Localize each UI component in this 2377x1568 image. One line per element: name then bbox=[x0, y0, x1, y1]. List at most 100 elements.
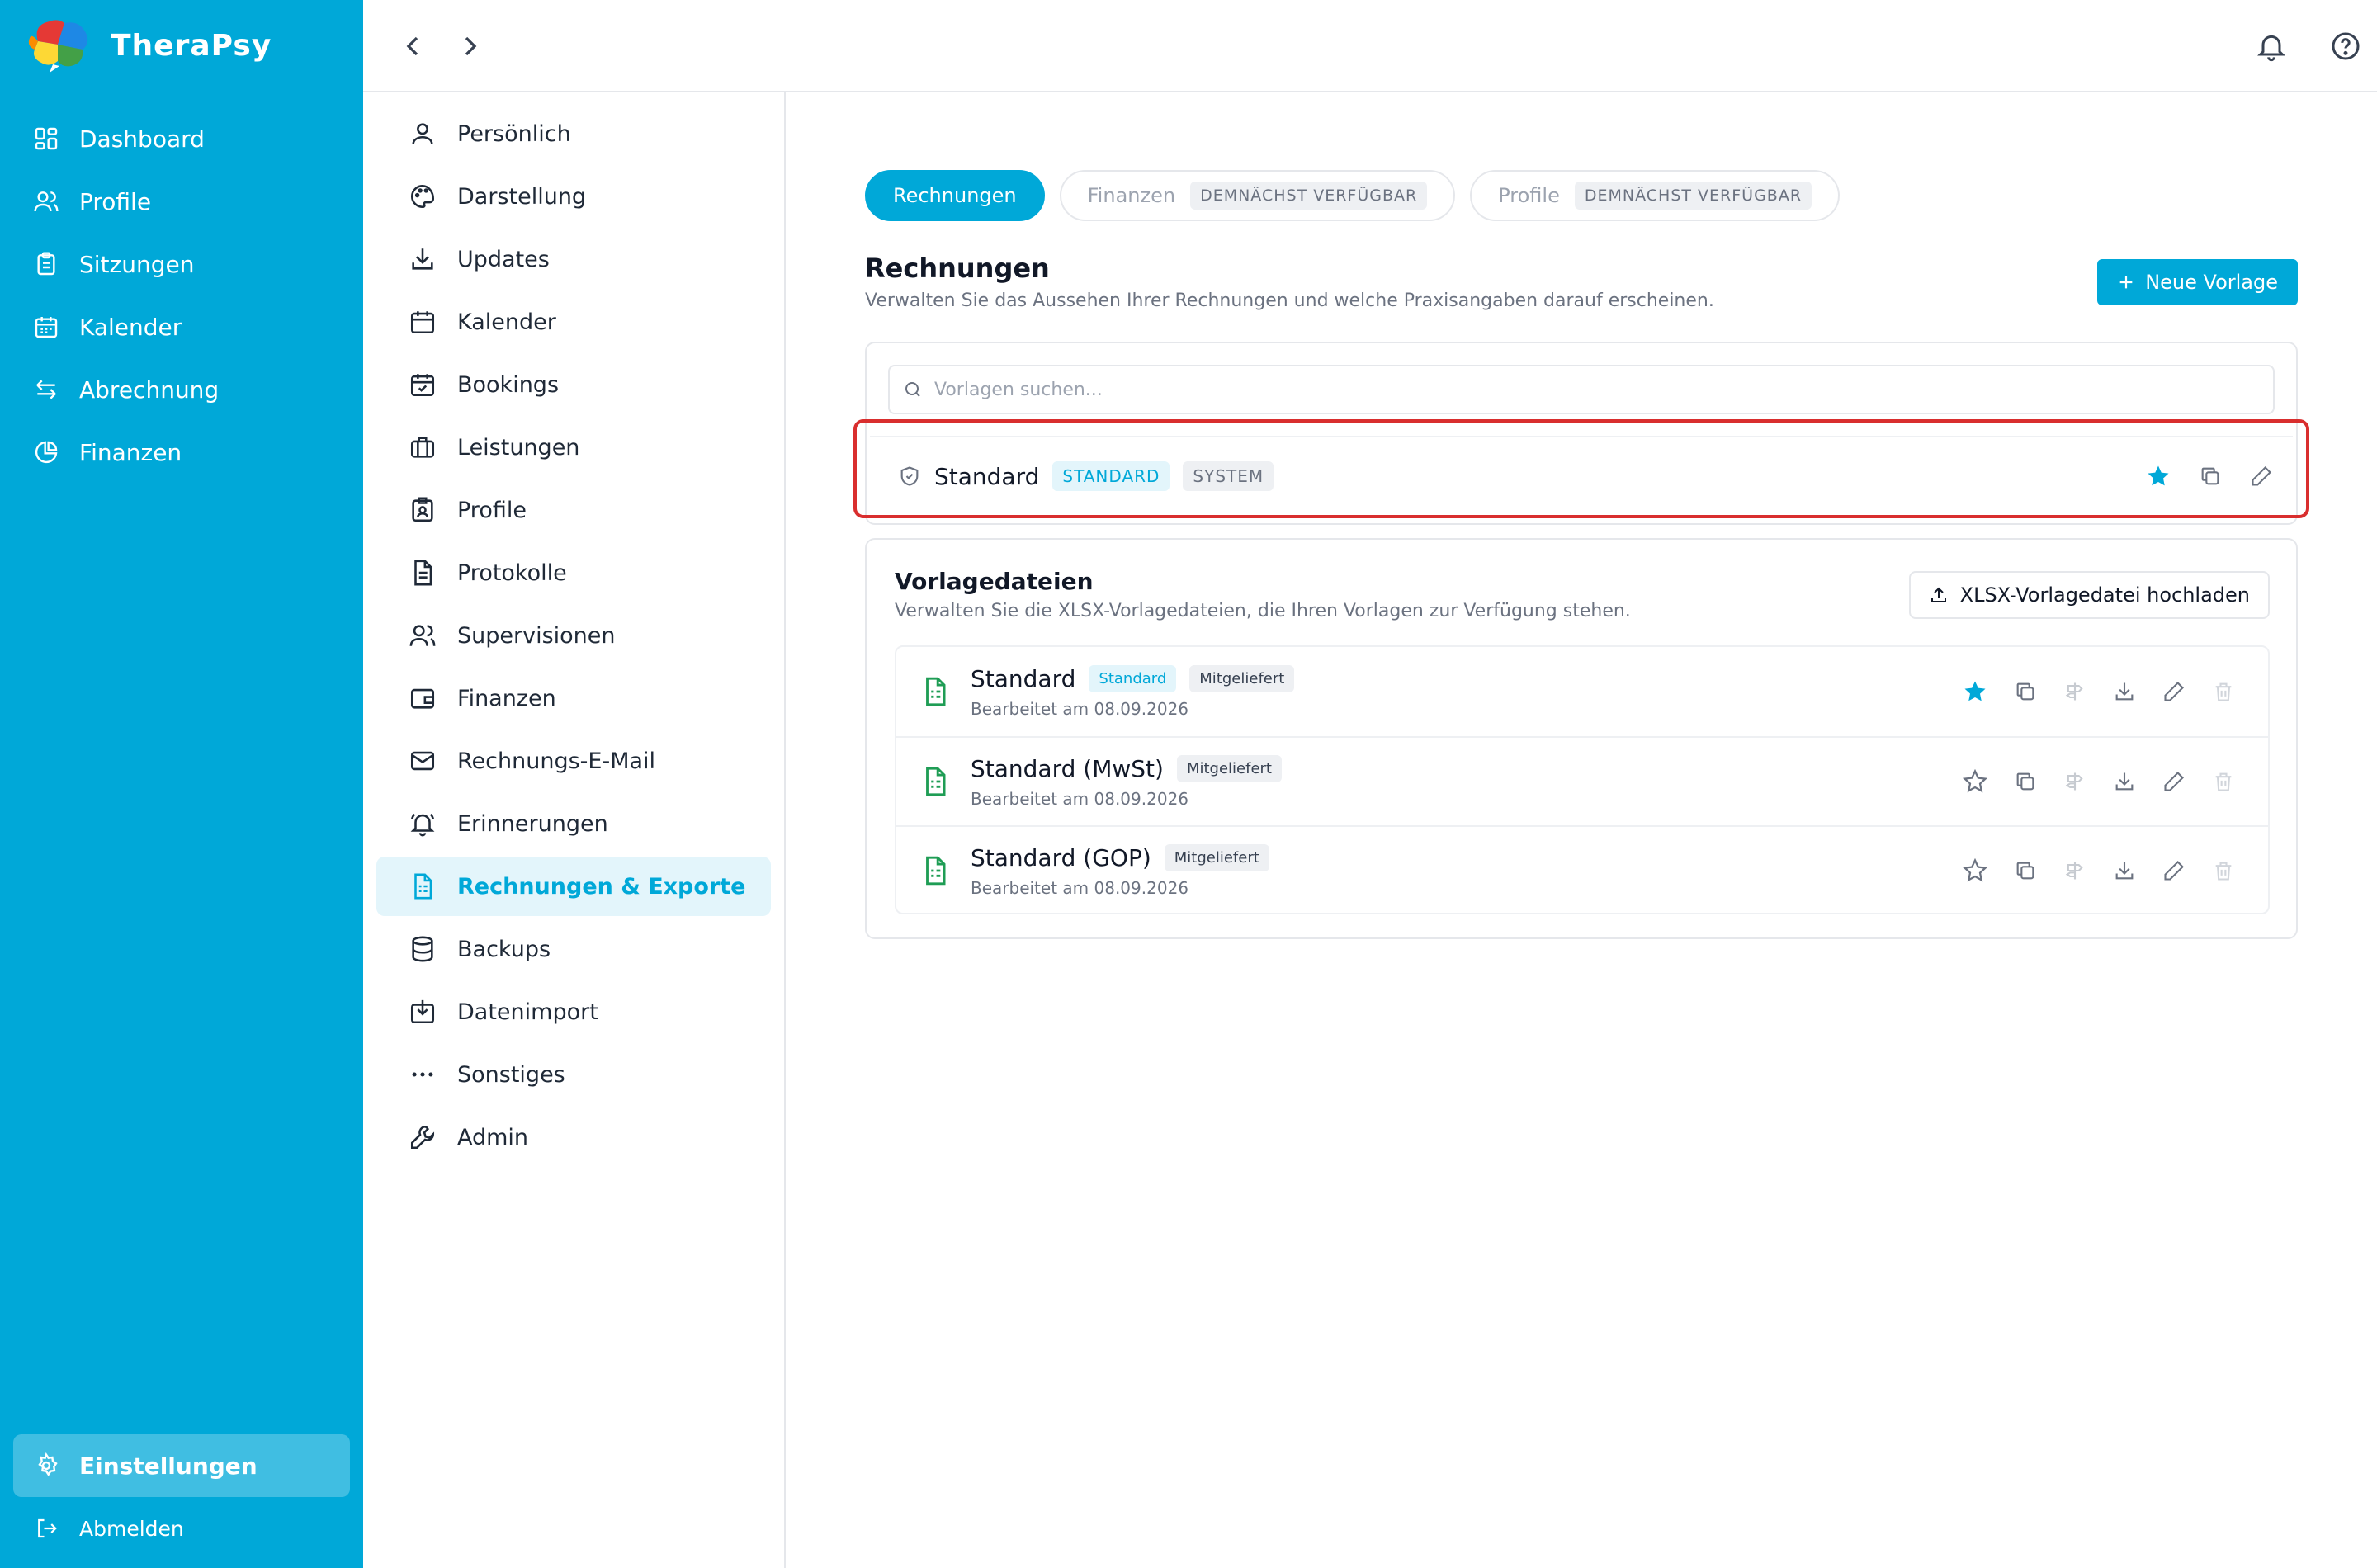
nav-item-label: Finanzen bbox=[79, 438, 182, 466]
briefcase-icon bbox=[408, 432, 437, 462]
copy-icon[interactable] bbox=[2014, 680, 2037, 703]
transfer-icon bbox=[31, 375, 61, 404]
nav-item-label: Sitzungen bbox=[79, 250, 195, 278]
forward-button[interactable] bbox=[454, 30, 487, 63]
trash-icon[interactable] bbox=[2212, 859, 2235, 882]
settings-item-label: Rechnungen & Exporte bbox=[457, 873, 746, 900]
tab-rechnungen[interactable]: Rechnungen bbox=[865, 170, 1045, 221]
settings-item-backups[interactable]: Backups bbox=[376, 919, 771, 979]
star-filled-icon[interactable] bbox=[1963, 679, 1987, 704]
pencil-icon[interactable] bbox=[2162, 680, 2186, 703]
back-button[interactable] bbox=[396, 30, 429, 63]
upload-xlsx-button[interactable]: XLSX-Vorlagedatei hochladen bbox=[1908, 571, 2270, 619]
logout-button[interactable]: Abmelden bbox=[13, 1497, 350, 1560]
brain-logo-icon bbox=[28, 20, 88, 73]
settings-item-label: Profile bbox=[457, 497, 527, 523]
tab-finanzen[interactable]: Finanzen DEMNÄCHST VERFÜGBAR bbox=[1059, 170, 1456, 221]
file-actions bbox=[1963, 679, 2235, 704]
nav-item-kalender[interactable]: Kalender bbox=[13, 295, 350, 358]
template-search-input[interactable]: Vorlagen suchen... bbox=[888, 365, 2275, 414]
nav-item-sitzungen[interactable]: Sitzungen bbox=[13, 233, 350, 295]
tab-profile[interactable]: Profile DEMNÄCHST VERFÜGBAR bbox=[1470, 170, 1841, 221]
settings-item-bookings[interactable]: Bookings bbox=[376, 355, 771, 414]
file-name: Standard (MwSt) bbox=[971, 754, 1164, 782]
settings-item-rechnungen-exporte[interactable]: Rechnungen & Exporte bbox=[376, 857, 771, 916]
download-icon[interactable] bbox=[2113, 770, 2136, 793]
settings-item-admin[interactable]: Admin bbox=[376, 1108, 771, 1167]
template-files-card: Vorlagedateien Verwalten Sie die XLSX-Vo… bbox=[865, 538, 2298, 939]
main-sidebar: TheraPsy Dashboard Profile Sitzungen Kal… bbox=[0, 0, 363, 1568]
badge-icon bbox=[408, 495, 437, 525]
nav-item-label: Abrechnung bbox=[79, 375, 220, 404]
settings-item-persoenlich[interactable]: Persönlich bbox=[376, 104, 771, 163]
settings-item-label: Rechnungs-E-Mail bbox=[457, 748, 656, 774]
settings-item-protokolle[interactable]: Protokolle bbox=[376, 543, 771, 602]
nav-item-profile[interactable]: Profile bbox=[13, 170, 350, 233]
notifications-button[interactable] bbox=[2255, 30, 2288, 63]
settings-item-sonstiges[interactable]: Sonstiges bbox=[376, 1045, 771, 1104]
coming-soon-badge: DEMNÄCHST VERFÜGBAR bbox=[1574, 182, 1812, 210]
signpost-icon[interactable] bbox=[2063, 680, 2086, 703]
file-edited-date: Bearbeitet am 08.09.2026 bbox=[971, 877, 1189, 898]
section-header: Rechnungen Verwalten Sie das Aussehen Ih… bbox=[865, 253, 2298, 319]
settings-item-label: Backups bbox=[457, 936, 551, 962]
download-icon[interactable] bbox=[2113, 680, 2136, 703]
calendar-icon bbox=[408, 307, 437, 337]
tab-bar: Rechnungen Finanzen DEMNÄCHST VERFÜGBAR … bbox=[865, 170, 2298, 221]
help-button[interactable] bbox=[2329, 30, 2362, 63]
signpost-icon[interactable] bbox=[2063, 859, 2086, 882]
file-actions bbox=[1963, 858, 2235, 883]
star-outline-icon[interactable] bbox=[1963, 769, 1987, 794]
settings-item-profile[interactable]: Profile bbox=[376, 480, 771, 540]
settings-item-kalender[interactable]: Kalender bbox=[376, 292, 771, 352]
trash-icon[interactable] bbox=[2212, 770, 2235, 793]
settings-item-label: Leistungen bbox=[457, 434, 580, 460]
app-logo[interactable]: TheraPsy bbox=[25, 17, 272, 74]
bell-icon bbox=[2257, 35, 2285, 62]
settings-item-erinnerungen[interactable]: Erinnerungen bbox=[376, 794, 771, 853]
signpost-icon[interactable] bbox=[2063, 770, 2086, 793]
logout-label: Abmelden bbox=[79, 1516, 184, 1541]
settings-item-label: Supervisionen bbox=[457, 622, 616, 649]
spreadsheet-file-icon bbox=[926, 677, 946, 706]
nav-item-label: Einstellungen bbox=[79, 1452, 258, 1480]
copy-icon[interactable] bbox=[2014, 859, 2037, 882]
users-icon bbox=[408, 621, 437, 650]
help-icon bbox=[2332, 32, 2360, 60]
list-item[interactable]: Standard (GOP) Mitgeliefert Bearbeitet a… bbox=[896, 825, 2268, 914]
nav-item-abrechnung[interactable]: Abrechnung bbox=[13, 358, 350, 421]
settings-item-darstellung[interactable]: Darstellung bbox=[376, 167, 771, 226]
logout-icon bbox=[31, 1514, 61, 1543]
settings-item-label: Protokolle bbox=[457, 560, 567, 586]
settings-item-rechnungs-email[interactable]: Rechnungs-E-Mail bbox=[376, 731, 771, 791]
nav-item-einstellungen[interactable]: Einstellungen bbox=[13, 1434, 350, 1497]
document-icon bbox=[408, 558, 437, 588]
chevron-right-icon bbox=[465, 36, 477, 56]
list-item[interactable]: Standard Standard Mitgeliefert Bearbeite… bbox=[896, 647, 2268, 736]
clipboard-icon bbox=[31, 249, 61, 279]
new-template-label: Neue Vorlage bbox=[2145, 271, 2278, 294]
settings-item-label: Bookings bbox=[457, 371, 560, 398]
copy-icon[interactable] bbox=[2014, 770, 2037, 793]
pencil-icon[interactable] bbox=[2162, 770, 2186, 793]
default-badge: Standard bbox=[1089, 664, 1177, 692]
settings-item-leistungen[interactable]: Leistungen bbox=[376, 418, 771, 477]
download-icon[interactable] bbox=[2113, 859, 2136, 882]
mail-icon bbox=[408, 746, 437, 776]
more-icon bbox=[408, 1060, 437, 1089]
settings-item-updates[interactable]: Updates bbox=[376, 229, 771, 289]
list-item[interactable]: Standard (MwSt) Mitgeliefert Bearbeitet … bbox=[896, 736, 2268, 825]
nav-item-dashboard[interactable]: Dashboard bbox=[13, 107, 350, 170]
settings-item-datenimport[interactable]: Datenimport bbox=[376, 982, 771, 1041]
pencil-icon[interactable] bbox=[2162, 859, 2186, 882]
nav-item-finanzen[interactable]: Finanzen bbox=[13, 421, 350, 484]
dashboard-icon bbox=[31, 124, 61, 153]
download-icon bbox=[408, 244, 437, 274]
settings-item-finanzen[interactable]: Finanzen bbox=[376, 668, 771, 728]
bundled-badge: Mitgeliefert bbox=[1164, 843, 1269, 871]
settings-item-supervisionen[interactable]: Supervisionen bbox=[376, 606, 771, 665]
star-outline-icon[interactable] bbox=[1963, 858, 1987, 883]
new-template-button[interactable]: Neue Vorlage bbox=[2097, 259, 2298, 305]
trash-icon[interactable] bbox=[2212, 680, 2235, 703]
tab-label: Rechnungen bbox=[893, 184, 1017, 207]
